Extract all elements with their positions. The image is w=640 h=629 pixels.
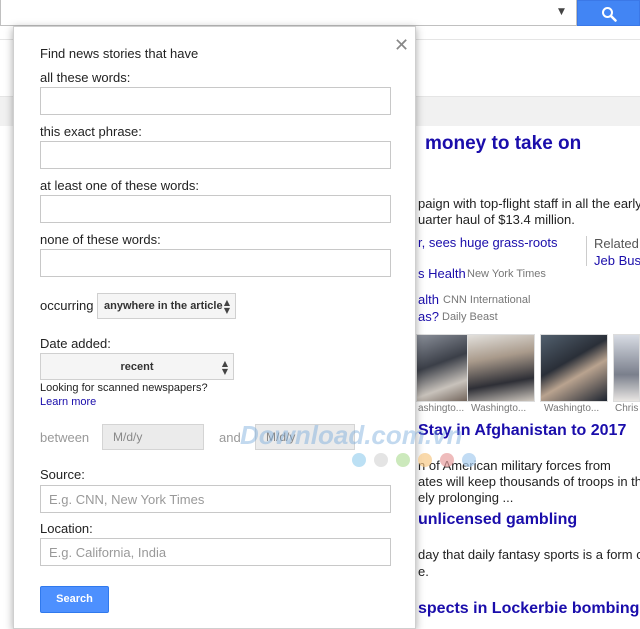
snippet-1-line-1: paign with top-flight staff in all the e… xyxy=(418,196,640,211)
location-input[interactable]: E.g. California, India xyxy=(40,538,391,566)
date-from-input[interactable]: M/d/y xyxy=(102,424,204,450)
watermark-dot xyxy=(418,453,432,467)
snippet-3-line-2: e. xyxy=(418,564,429,579)
snippet-2-line-3: ely prolonging ... xyxy=(418,490,514,505)
snippet-2-line-2: ates will keep thousands of troops in th… xyxy=(418,474,640,489)
snippet-3-line-1: day that daily fantasy sports is a form … xyxy=(418,547,640,562)
thumbnail-caption: Washingto... xyxy=(544,403,600,414)
learn-more-link[interactable]: Learn more xyxy=(40,396,96,408)
at-least-one-label: at least one of these words: xyxy=(40,178,199,193)
all-words-input[interactable] xyxy=(40,87,391,115)
date-added-value: recent xyxy=(120,361,154,373)
thumbnail-caption: ashingto... xyxy=(418,403,465,414)
headline-3[interactable]: unlicensed gambling xyxy=(418,511,577,529)
headline-1[interactable]: money to take on xyxy=(425,133,581,155)
source-label: Source: xyxy=(40,467,85,482)
date-from-placeholder: M/d/y xyxy=(113,430,143,444)
location-label: Location: xyxy=(40,521,93,536)
news-thumbnail[interactable] xyxy=(540,334,608,402)
date-added-select[interactable]: recent ▲ ▼ xyxy=(40,353,234,380)
thumbnail-caption: Chris xyxy=(615,403,639,414)
story-link-2[interactable]: s Health xyxy=(418,266,466,281)
select-arrows-icon: ▲ ▼ xyxy=(223,298,230,315)
snippet-1-line-2: uarter haul of $13.4 million. xyxy=(418,212,575,227)
headline-4[interactable]: spects in Lockerbie bombing xyxy=(418,600,639,618)
story-link-3[interactable]: alth xyxy=(418,292,439,307)
all-words-label: all these words: xyxy=(40,70,131,85)
watermark-dot xyxy=(352,453,366,467)
watermark: Download.com.vn xyxy=(240,420,463,450)
advanced-search-panel: Find news stories that have ✕ all these … xyxy=(13,26,416,629)
scanned-newspapers-text: Looking for scanned newspapers? xyxy=(40,382,208,394)
exact-phrase-label: this exact phrase: xyxy=(40,124,142,139)
location-placeholder: E.g. California, India xyxy=(49,545,167,560)
related-link[interactable]: Jeb Bus xyxy=(594,253,640,268)
watermark-dot xyxy=(440,453,454,467)
news-thumbnail[interactable] xyxy=(467,334,535,402)
story-source-3: CNN International xyxy=(443,294,531,306)
source-placeholder: E.g. CNN, New York Times xyxy=(49,492,205,507)
occurring-value: anywhere in the article xyxy=(104,300,223,312)
occurring-select[interactable]: anywhere in the article ▲ ▼ xyxy=(97,293,236,319)
divider xyxy=(586,236,587,266)
watermark-dot xyxy=(462,453,476,467)
exact-phrase-input[interactable] xyxy=(40,141,391,169)
story-link-1[interactable]: r, sees huge grass-roots xyxy=(418,235,557,250)
between-label: between xyxy=(40,430,90,445)
news-thumbnail[interactable] xyxy=(613,334,640,402)
story-source-2: New York Times xyxy=(467,268,546,280)
related-label: Related xyxy=(594,236,639,251)
none-words-label: none of these words: xyxy=(40,232,161,247)
none-words-input[interactable] xyxy=(40,249,391,277)
story-source-4: Daily Beast xyxy=(442,311,498,323)
and-label: and xyxy=(219,430,241,445)
thumbnail-caption: Washingto... xyxy=(471,403,527,414)
close-icon[interactable]: ✕ xyxy=(394,35,409,56)
watermark-dot xyxy=(396,453,410,467)
at-least-one-input[interactable] xyxy=(40,195,391,223)
search-submit-button[interactable]: Search xyxy=(40,586,109,613)
story-link-4[interactable]: as? xyxy=(418,309,439,324)
panel-heading: Find news stories that have xyxy=(40,46,199,61)
select-arrows-icon: ▲ ▼ xyxy=(221,359,228,376)
watermark-dot xyxy=(374,453,388,467)
source-input[interactable]: E.g. CNN, New York Times xyxy=(40,485,391,513)
occurring-label: occurring xyxy=(40,298,94,313)
date-added-label: Date added: xyxy=(40,336,111,351)
